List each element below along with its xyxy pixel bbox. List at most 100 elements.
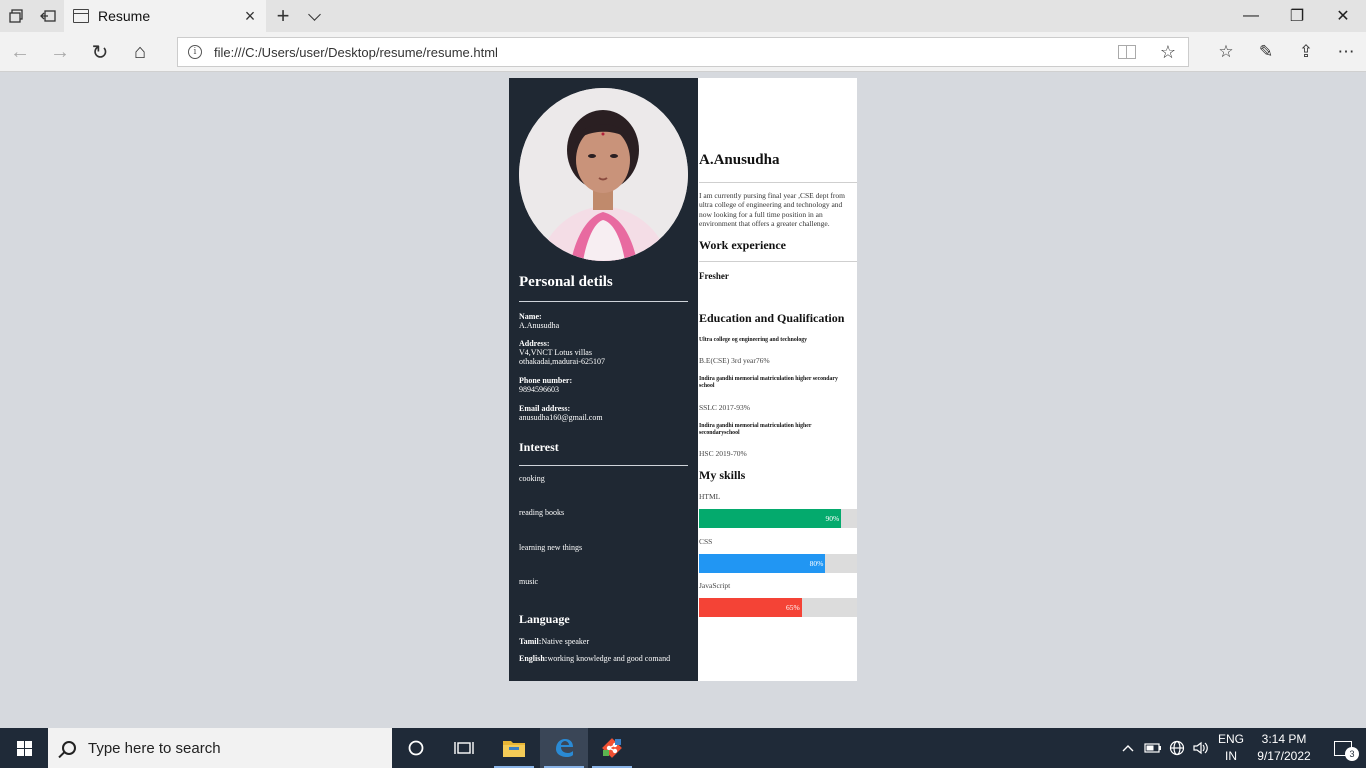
- skills-heading: My skills: [699, 468, 746, 482]
- more-icon[interactable]: ⋯: [1326, 32, 1366, 72]
- home-button[interactable]: ⌂: [120, 32, 160, 72]
- taskbar: Type here to search ENG IN 3:14 PM 9/17/…: [0, 728, 1366, 768]
- file-explorer-button[interactable]: [490, 728, 538, 768]
- tamil-label: Tamil:: [519, 637, 542, 646]
- git-gui-button[interactable]: [588, 728, 636, 768]
- cortana-button[interactable]: [392, 728, 440, 768]
- interest-heading: Interest: [519, 440, 559, 454]
- skill-bar-javascript: 65%: [699, 598, 857, 617]
- divider: [519, 301, 688, 302]
- education-school: Ultra college og engineering and technol…: [699, 337, 808, 343]
- interest-item: reading books: [519, 508, 565, 517]
- work-experience-value: Fresher: [699, 271, 729, 281]
- language-english: English:working knowledge and good coman…: [519, 654, 670, 663]
- forward-button[interactable]: →: [40, 32, 80, 72]
- education-grade: HSC 2019-70%: [699, 449, 747, 458]
- interest-item: cooking: [519, 474, 545, 483]
- search-icon: [62, 741, 76, 755]
- edge-icon: [556, 739, 573, 757]
- tab-bar: Resume × + — ❐ ✕: [0, 0, 1366, 32]
- skill-bar-fill: 90%: [699, 509, 842, 528]
- education-grade: B.E(CSE) 3rd year76%: [699, 356, 770, 365]
- minimize-button[interactable]: —: [1228, 0, 1274, 32]
- clock-time: 3:14 PM: [1261, 732, 1307, 746]
- action-center-button[interactable]: 3: [1320, 728, 1366, 768]
- interest-item: music: [519, 577, 539, 586]
- interest-item: learning new things: [519, 543, 583, 552]
- language-heading: Language: [519, 612, 570, 626]
- navigation-bar: ← → ↻ ⌂ i file:///C:/Users/user/Desktop/…: [0, 32, 1366, 72]
- work-experience-heading: Work experience: [699, 238, 786, 252]
- address-field: Address: V4,VNCT Lotus villas othakadai,…: [519, 339, 605, 366]
- skill-bar-css: 80%: [699, 554, 857, 573]
- name-value: A.Anusudha: [519, 321, 560, 330]
- start-button[interactable]: [0, 728, 48, 768]
- resume-name: A.Anusudha: [699, 152, 780, 168]
- divider: [519, 465, 688, 466]
- close-window-button[interactable]: ✕: [1320, 0, 1366, 32]
- skill-name: JavaScript: [699, 581, 731, 590]
- email-field: Email address: anusudha160@gmail.com: [519, 404, 603, 422]
- site-info-icon[interactable]: i: [188, 45, 202, 59]
- address-label: Address:: [519, 339, 550, 348]
- favorite-star-icon[interactable]: ☆: [1160, 42, 1176, 63]
- page-icon: [73, 9, 89, 23]
- summary-text: I am currently pursing final year ,CSE d…: [699, 191, 846, 228]
- windows-icon: [16, 740, 32, 756]
- set-tabs-aside-icon[interactable]: [32, 0, 64, 32]
- resume-page: Personal detils Name: A.Anusudha Address…: [509, 78, 857, 681]
- notification-badge: 3: [1345, 746, 1359, 761]
- task-view-icon: [454, 742, 474, 754]
- task-view-button[interactable]: [440, 728, 488, 768]
- phone-value: 9894596603: [519, 385, 559, 394]
- refresh-button[interactable]: ↻: [80, 32, 120, 72]
- web-notes-icon[interactable]: ✎: [1246, 32, 1286, 72]
- tab-resume[interactable]: Resume ×: [64, 0, 266, 32]
- chevron-down-icon[interactable]: [300, 0, 328, 32]
- notification-icon: 3: [1334, 740, 1359, 761]
- new-tab-icon[interactable]: +: [268, 0, 298, 32]
- edge-button[interactable]: [540, 728, 588, 768]
- restore-button[interactable]: ❐: [1274, 0, 1320, 32]
- folder-icon: [503, 741, 525, 757]
- network-globe-icon[interactable]: [1166, 728, 1188, 768]
- tab-actions-icon[interactable]: [0, 0, 32, 32]
- reading-view-icon[interactable]: [1117, 45, 1136, 59]
- taskbar-search[interactable]: Type here to search: [48, 728, 392, 768]
- lang-line-2: IN: [1225, 749, 1237, 763]
- skill-bar-html: 90%: [699, 509, 857, 528]
- education-school: Indira gandhi memorial matriculation hig…: [699, 376, 838, 389]
- name-field: Name: A.Anusudha: [519, 312, 559, 330]
- divider: [699, 261, 857, 262]
- search-placeholder: Type here to search: [88, 739, 221, 757]
- cortana-icon: [408, 740, 424, 756]
- education-school: Indira gandhi memorial matriculation hig…: [699, 423, 812, 436]
- taskbar-clock[interactable]: 3:14 PM 9/17/2022: [1254, 728, 1314, 768]
- chevron-up-icon[interactable]: [1118, 728, 1138, 768]
- back-button[interactable]: ←: [0, 32, 40, 72]
- resume-main: A.Anusudha I am currently pursing final …: [699, 78, 857, 681]
- input-language-indicator[interactable]: ENG IN: [1214, 728, 1248, 768]
- url-text[interactable]: file:///C:/Users/user/Desktop/resume/res…: [214, 45, 1118, 60]
- volume-icon[interactable]: [1190, 728, 1212, 768]
- share-icon[interactable]: ⇪: [1286, 32, 1326, 72]
- english-label: English:: [519, 654, 548, 663]
- address-line-2: othakadai,madurai-625107: [519, 357, 605, 366]
- skill-bar-fill: 65%: [699, 598, 802, 617]
- tamil-value: Native speaker: [541, 637, 590, 646]
- education-grade: SSLC 2017-93%: [699, 403, 751, 412]
- personal-details-heading: Personal detils: [519, 274, 613, 290]
- git-icon: [602, 738, 622, 758]
- address-bar[interactable]: i file:///C:/Users/user/Desktop/resume/r…: [177, 37, 1189, 67]
- skill-bar-fill: 80%: [699, 554, 826, 573]
- skill-name: HTML: [699, 492, 721, 501]
- tab-title: Resume: [98, 8, 151, 24]
- english-value: working knowledge and good comand: [547, 654, 671, 663]
- favorites-icon[interactable]: ☆: [1206, 32, 1246, 72]
- email-label: Email address:: [519, 404, 571, 413]
- close-tab-icon[interactable]: ×: [234, 6, 266, 27]
- phone-field: Phone number: 9894596603: [519, 376, 572, 394]
- battery-icon[interactable]: [1142, 728, 1164, 768]
- lang-line-1: ENG: [1217, 732, 1244, 746]
- divider: [699, 182, 857, 183]
